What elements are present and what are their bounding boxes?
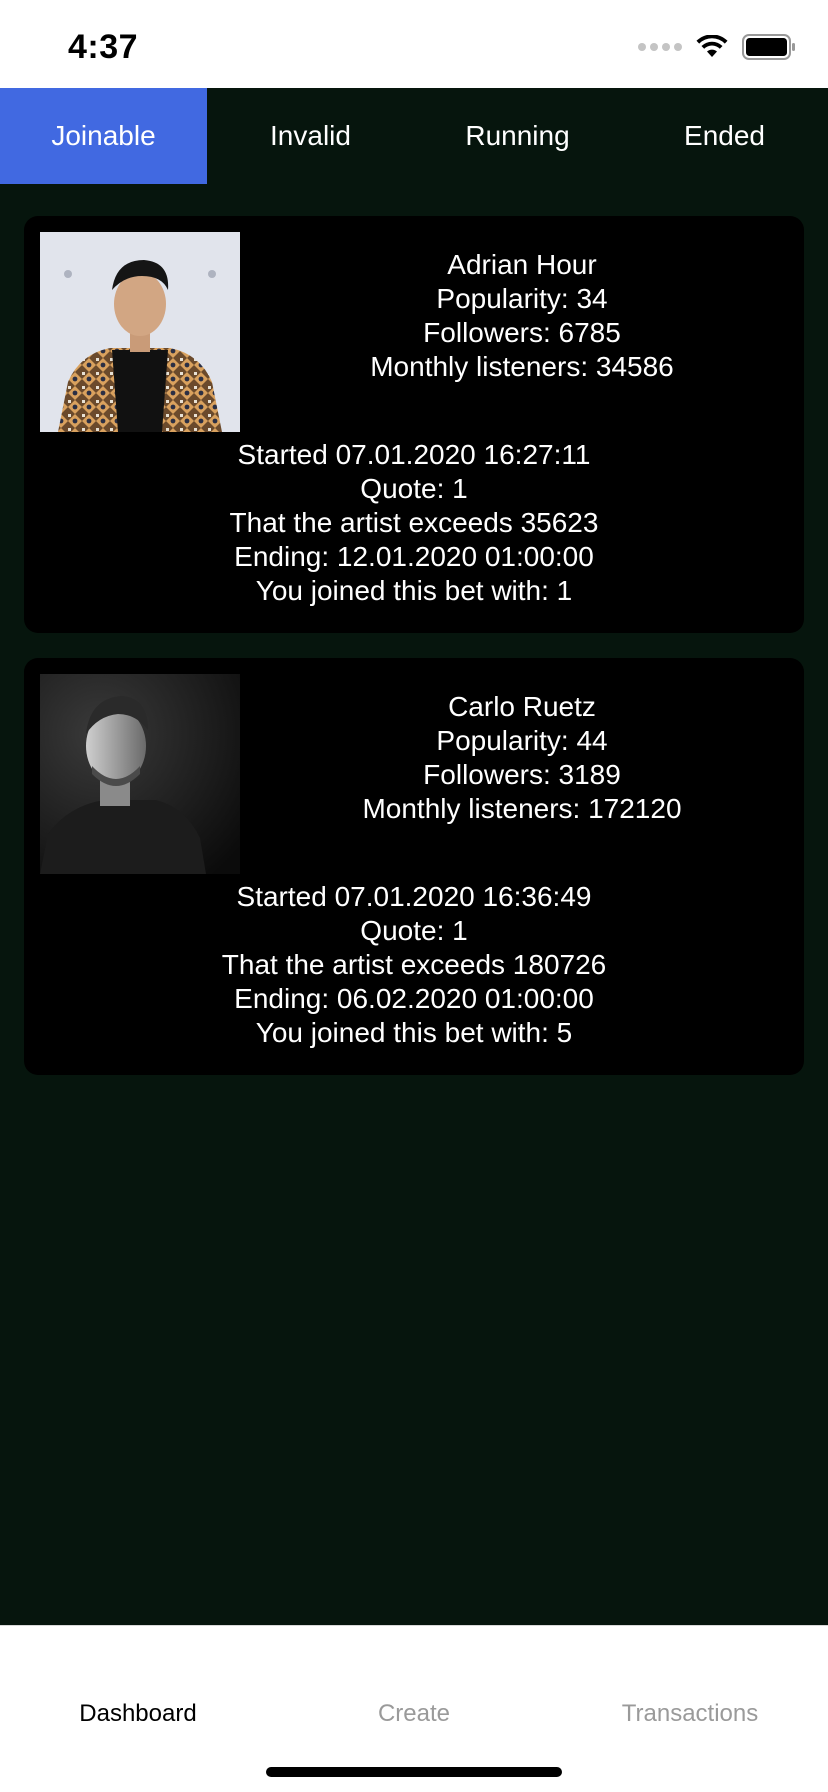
bottom-navigation: Dashboard Create Transactions bbox=[0, 1625, 828, 1792]
artist-name: Carlo Ruetz bbox=[448, 691, 596, 722]
screen: 4:37 Joinable Invalid Running Ended Adri… bbox=[0, 0, 828, 1792]
bet-filter-tabs: Joinable Invalid Running Ended bbox=[0, 88, 828, 184]
status-bar: 4:37 bbox=[0, 0, 828, 88]
tab-invalid[interactable]: Invalid bbox=[207, 88, 414, 184]
artist-stats: Carlo Ruetz Popularity: 44 Followers: 31… bbox=[240, 690, 804, 826]
status-icons bbox=[638, 34, 796, 60]
bet-joined: You joined this bet with: 5 bbox=[255, 1017, 573, 1048]
bet-details: Started 07.01.2020 16:36:49 Quote: 1 Tha… bbox=[24, 880, 804, 1050]
artist-monthly-listeners: Monthly listeners: 172120 bbox=[362, 793, 682, 824]
home-indicator[interactable] bbox=[266, 1767, 562, 1777]
bet-threshold: That the artist exceeds 180726 bbox=[221, 949, 607, 980]
artist-name: Adrian Hour bbox=[447, 249, 597, 280]
bet-started: Started 07.01.2020 16:27:11 bbox=[237, 439, 591, 470]
artist-photo bbox=[40, 674, 240, 874]
nav-transactions[interactable]: Transactions bbox=[552, 1700, 828, 1728]
bet-details: Started 07.01.2020 16:27:11 Quote: 1 Tha… bbox=[24, 438, 804, 608]
tab-joinable[interactable]: Joinable bbox=[0, 88, 207, 184]
bet-quote: Quote: 1 bbox=[360, 473, 468, 504]
bet-ending: Ending: 06.02.2020 01:00:00 bbox=[234, 983, 594, 1014]
wifi-icon bbox=[696, 35, 728, 59]
bet-quote: Quote: 1 bbox=[360, 915, 468, 946]
bet-card[interactable]: Carlo Ruetz Popularity: 44 Followers: 31… bbox=[24, 658, 804, 1075]
artist-followers: Followers: 3189 bbox=[423, 759, 621, 790]
artist-popularity: Popularity: 44 bbox=[436, 725, 608, 756]
battery-icon bbox=[742, 34, 796, 60]
bet-joined: You joined this bet with: 1 bbox=[255, 575, 573, 606]
artist-popularity: Popularity: 34 bbox=[436, 283, 608, 314]
tab-running[interactable]: Running bbox=[414, 88, 621, 184]
nav-dashboard[interactable]: Dashboard bbox=[0, 1700, 276, 1728]
signal-icon bbox=[638, 43, 682, 51]
tab-ended[interactable]: Ended bbox=[621, 88, 828, 184]
bet-ending: Ending: 12.01.2020 01:00:00 bbox=[234, 541, 594, 572]
bet-threshold: That the artist exceeds 35623 bbox=[229, 507, 599, 538]
status-time: 4:37 bbox=[68, 28, 139, 66]
artist-followers: Followers: 6785 bbox=[423, 317, 621, 348]
nav-create[interactable]: Create bbox=[276, 1700, 552, 1728]
artist-photo bbox=[40, 232, 240, 432]
bet-card[interactable]: Adrian Hour Popularity: 34 Followers: 67… bbox=[24, 216, 804, 633]
artist-stats: Adrian Hour Popularity: 34 Followers: 67… bbox=[240, 248, 804, 384]
artist-monthly-listeners: Monthly listeners: 34586 bbox=[370, 351, 674, 382]
bet-started: Started 07.01.2020 16:36:49 bbox=[236, 881, 592, 912]
